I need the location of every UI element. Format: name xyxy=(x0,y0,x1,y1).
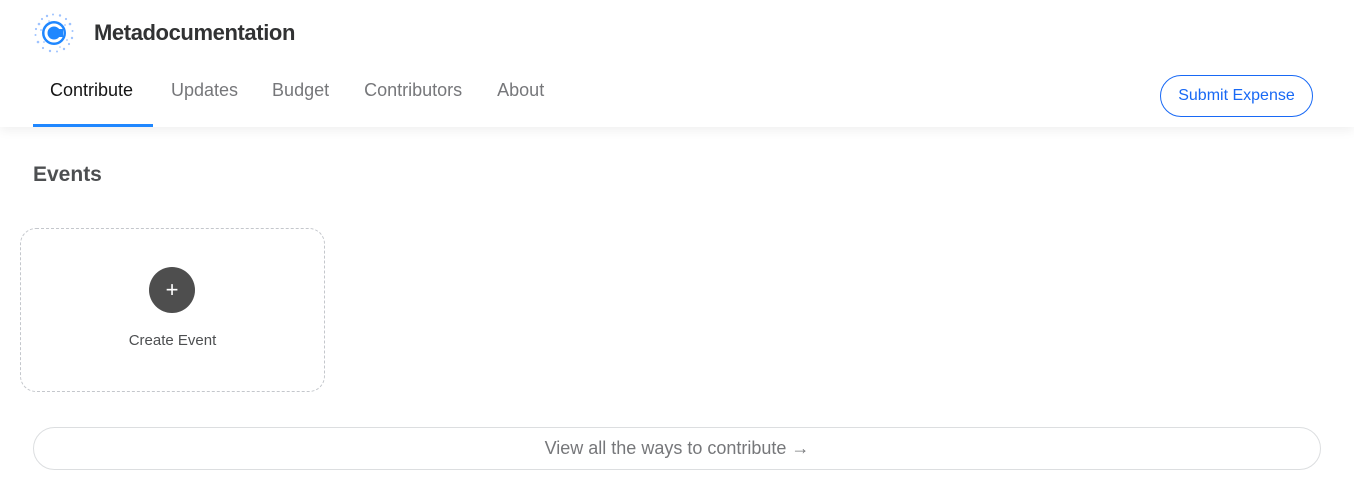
collective-name[interactable]: Metadocumentation xyxy=(94,18,295,48)
events-section-title: Events xyxy=(33,163,102,186)
collective-logo[interactable] xyxy=(33,12,75,54)
nav-tab-about[interactable]: About xyxy=(497,74,544,127)
collective-header: Metadocumentation Contribute Updates Bud… xyxy=(0,0,1354,127)
collective-nav: Contribute Updates Budget Contributors A… xyxy=(33,74,544,127)
opencollective-logo-icon xyxy=(34,13,74,53)
nav-tab-contributors[interactable]: Contributors xyxy=(364,74,462,127)
plus-glyph: + xyxy=(165,277,179,302)
submit-expense-button[interactable]: Submit Expense xyxy=(1160,75,1313,117)
create-event-label: Create Event xyxy=(128,332,217,349)
nav-tab-budget[interactable]: Budget xyxy=(272,74,329,127)
create-event-card[interactable]: + Create Event xyxy=(20,228,325,392)
nav-tab-updates[interactable]: Updates xyxy=(171,74,238,127)
plus-icon: + xyxy=(149,267,195,313)
nav-tab-contribute[interactable]: Contribute xyxy=(33,74,153,127)
view-all-contribute-button[interactable]: View all the ways to contribute → xyxy=(33,427,1321,470)
